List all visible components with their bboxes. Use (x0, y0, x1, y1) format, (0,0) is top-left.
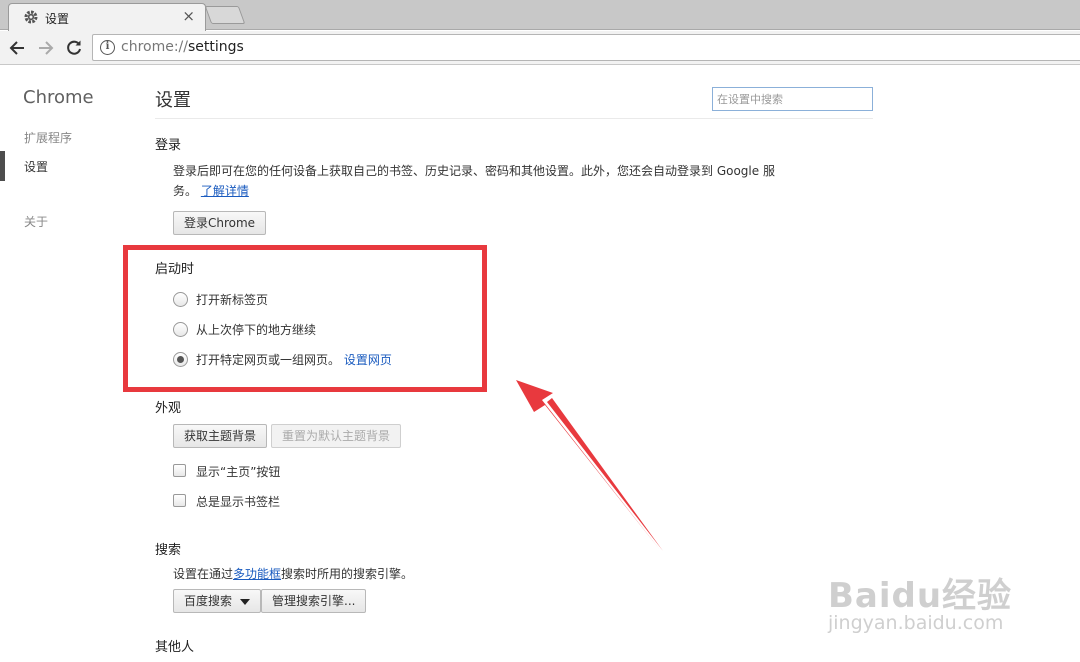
sidebar-item-settings[interactable]: 设置 (24, 158, 48, 175)
signin-chrome-button[interactable]: 登录Chrome (173, 211, 267, 235)
tab-strip: 设置 × (0, 0, 1080, 31)
sidebar-item-extensions[interactable]: 扩展程序 (24, 129, 72, 146)
people-section-title: 其他人 (155, 640, 195, 655)
back-arrow-icon[interactable] (6, 37, 28, 59)
chevron-down-icon (240, 598, 251, 605)
sidebar-title: Chrome (23, 87, 94, 108)
manage-search-engines-button[interactable]: 管理搜索引擎... (261, 589, 367, 613)
sidebar-active-marker (0, 151, 5, 181)
watermark: Baidu经验 jingyan.baidu.com (828, 576, 1013, 634)
get-themes-button[interactable]: 获取主题背景 (173, 424, 268, 448)
settings-search-input[interactable] (712, 87, 873, 111)
reset-theme-button[interactable]: 重置为默认主题背景 (271, 424, 402, 448)
address-bar[interactable]: i chrome://settings (92, 34, 1080, 61)
close-icon[interactable]: × (182, 7, 195, 25)
header-divider (155, 118, 873, 119)
learn-more-link[interactable]: 了解详情 (201, 184, 249, 198)
omnibox-link[interactable]: 多功能框 (233, 567, 281, 581)
url-text: chrome://settings (121, 39, 244, 55)
show-home-label: 显示“主页”按钮 (196, 465, 281, 479)
tab-title: 设置 (45, 12, 70, 26)
signin-section-title: 登录 (155, 138, 182, 153)
sidebar-item-about[interactable]: 关于 (24, 213, 48, 230)
info-icon[interactable]: i (100, 40, 115, 55)
new-tab-button[interactable] (204, 6, 246, 24)
signin-description: 登录后即可在您的任何设备上获取自己的书签、历史记录、密码和其他设置。此外，您还会… (173, 164, 775, 198)
gear-icon (23, 9, 39, 25)
show-home-checkbox[interactable] (173, 464, 186, 477)
search-engine-dropdown[interactable]: 百度搜索 (173, 589, 262, 613)
toolbar: i chrome://settings (0, 31, 1080, 65)
forward-arrow-icon[interactable] (35, 37, 57, 59)
tab-settings[interactable]: 设置 × (8, 3, 206, 31)
show-bookmarks-label: 总是显示书签栏 (196, 495, 281, 509)
search-section-title: 搜索 (155, 543, 182, 558)
show-bookmarks-checkbox[interactable] (173, 494, 186, 507)
appearance-section-title: 外观 (155, 401, 182, 416)
annotation-highlight-box (123, 245, 487, 392)
search-description: 设置在通过多功能框搜索时所用的搜索引擎。 (173, 567, 414, 581)
page-title: 设置 (155, 90, 191, 111)
reload-icon[interactable] (63, 37, 85, 59)
